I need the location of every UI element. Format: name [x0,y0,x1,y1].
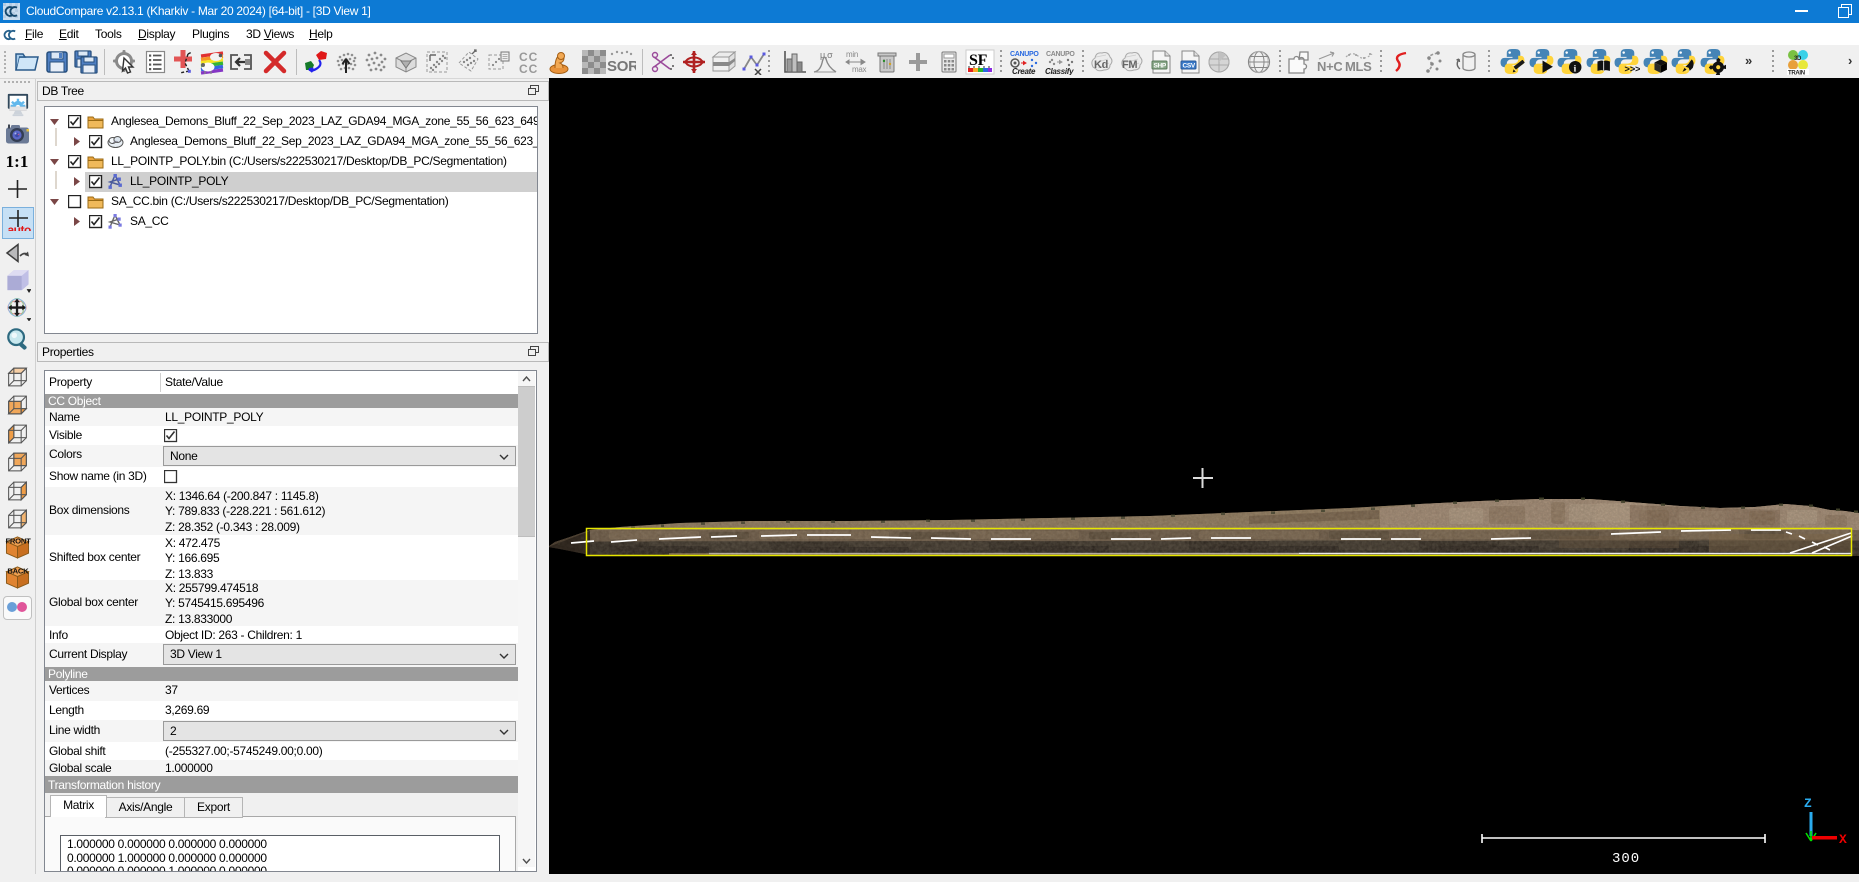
svg-text:min: min [846,50,858,59]
svg-text:>>>: >>> [1624,64,1640,75]
svg-text:max: max [852,65,867,74]
svg-text:3D: 3D [1794,56,1802,62]
svg-text:BACK: BACK [7,567,29,576]
svg-text:Kd: Kd [1094,59,1108,71]
svg-text:SF: SF [969,52,988,69]
svg-text:CC: CC [519,62,538,75]
svg-text:TRAIN: TRAIN [1788,71,1805,76]
svg-text:MLS: MLS [1345,59,1372,74]
svg-text:Classify: Classify [1045,67,1074,75]
svg-text:SHP: SHP [1154,63,1167,70]
svg-text:auto: auto [8,223,32,231]
svg-text:Create: Create [1012,67,1036,75]
svg-text:CANUPO: CANUPO [1046,51,1075,58]
svg-text:X: X [1839,832,1847,847]
svg-text:300: 300 [1612,851,1640,867]
svg-text:FM: FM [1122,59,1137,71]
svg-text:FRONT: FRONT [6,537,32,546]
svg-text:SOR: SOR [607,58,636,75]
svg-text:CSV: CSV [1183,63,1196,70]
svg-text:Z: Z [1804,796,1812,811]
svg-text:N+C: N+C [1317,59,1342,74]
svg-text:CANUPO: CANUPO [1010,51,1039,58]
